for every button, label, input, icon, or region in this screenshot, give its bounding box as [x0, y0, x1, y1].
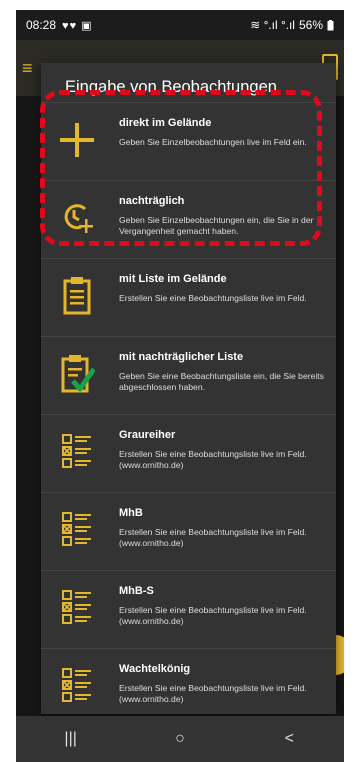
clipboard-icon	[63, 277, 91, 315]
option-mhb[interactable]: MhB Erstellen Sie eine Beobachtungsliste…	[41, 492, 336, 570]
status-right: ≋ ᐤ.ıl ᐤ.ıl 56%	[250, 18, 334, 32]
battery-level: 56%	[298, 18, 323, 32]
checklist-icon	[62, 434, 91, 468]
option-description: Erstellen Sie eine Beobachtungsliste liv…	[119, 683, 307, 704]
clipboard-check-icon	[61, 355, 95, 393]
option-title: direkt im Gelände	[119, 117, 212, 129]
checklist-icon	[62, 590, 91, 624]
option-title: mit nachträglicher Liste	[119, 351, 244, 363]
option-description: Erstellen Sie eine Beobachtungsliste liv…	[119, 293, 307, 303]
notification-icons: ♥♥ ▣	[62, 19, 93, 32]
option-description: Geben Sie eine Beobachtungsliste ein, di…	[119, 371, 324, 392]
menu-icon[interactable]: ≡	[22, 58, 33, 79]
home-button[interactable]: ○	[150, 730, 210, 748]
option-mhb-s[interactable]: MhB-S Erstellen Sie eine Beobachtungslis…	[41, 570, 336, 648]
option-description: Erstellen Sie eine Beobachtungsliste liv…	[119, 449, 307, 470]
option-description: Erstellen Sie eine Beobachtungsliste liv…	[119, 605, 307, 626]
back-button[interactable]: <	[259, 730, 319, 748]
network-icons: ≋ ᐤ.ıl ᐤ.ıl	[250, 18, 295, 32]
option-description: Geben Sie Einzelbeobachtungen ein, die S…	[119, 215, 314, 236]
checklist-icon	[62, 668, 91, 702]
recent-apps-button[interactable]: |||	[41, 730, 101, 748]
clock-plus-icon	[64, 204, 93, 233]
observation-input-dialog: Eingabe von Beobachtungen direkt im Gelä…	[41, 63, 336, 714]
option-title: Wachtelkönig	[119, 663, 191, 675]
option-title: MhB	[119, 507, 143, 519]
option-wachtelkoenig[interactable]: Wachtelkönig Erstellen Sie eine Beobacht…	[41, 648, 336, 714]
checklist-icon	[62, 512, 91, 546]
option-title: Graureiher	[119, 429, 176, 441]
battery-icon	[327, 19, 334, 30]
option-description: Geben Sie Einzelbeobachtungen live im Fe…	[119, 137, 307, 147]
option-nachtraeglich[interactable]: nachträglich Geben Sie Einzelbeobachtung…	[41, 180, 336, 258]
option-mit-liste-im-gelaende[interactable]: mit Liste im Gelände Erstellen Sie eine …	[41, 258, 336, 336]
option-title: mit Liste im Gelände	[119, 273, 227, 285]
status-bar: 08:28 ♥♥ ▣ ≋ ᐤ.ıl ᐤ.ıl 56%	[16, 10, 344, 40]
option-title: nachträglich	[119, 195, 185, 207]
option-title: MhB-S	[119, 585, 154, 597]
option-description: Erstellen Sie eine Beobachtungsliste liv…	[119, 527, 307, 548]
plus-icon	[60, 123, 94, 157]
option-graureiher[interactable]: Graureiher Erstellen Sie eine Beobachtun…	[41, 414, 336, 492]
system-nav-bar: ||| ○ <	[16, 716, 344, 762]
status-time: 08:28	[26, 18, 57, 32]
option-direkt-im-gelaende[interactable]: direkt im Gelände Geben Sie Einzelbeobac…	[41, 102, 336, 180]
dialog-title: Eingabe von Beobachtungen	[65, 78, 277, 96]
phone-screen: 08:28 ♥♥ ▣ ≋ ᐤ.ıl ᐤ.ıl 56% ≡ Eingabe von…	[16, 10, 344, 762]
option-mit-nachtraeglicher-liste[interactable]: mit nachträglicher Liste Geben Sie eine …	[41, 336, 336, 414]
